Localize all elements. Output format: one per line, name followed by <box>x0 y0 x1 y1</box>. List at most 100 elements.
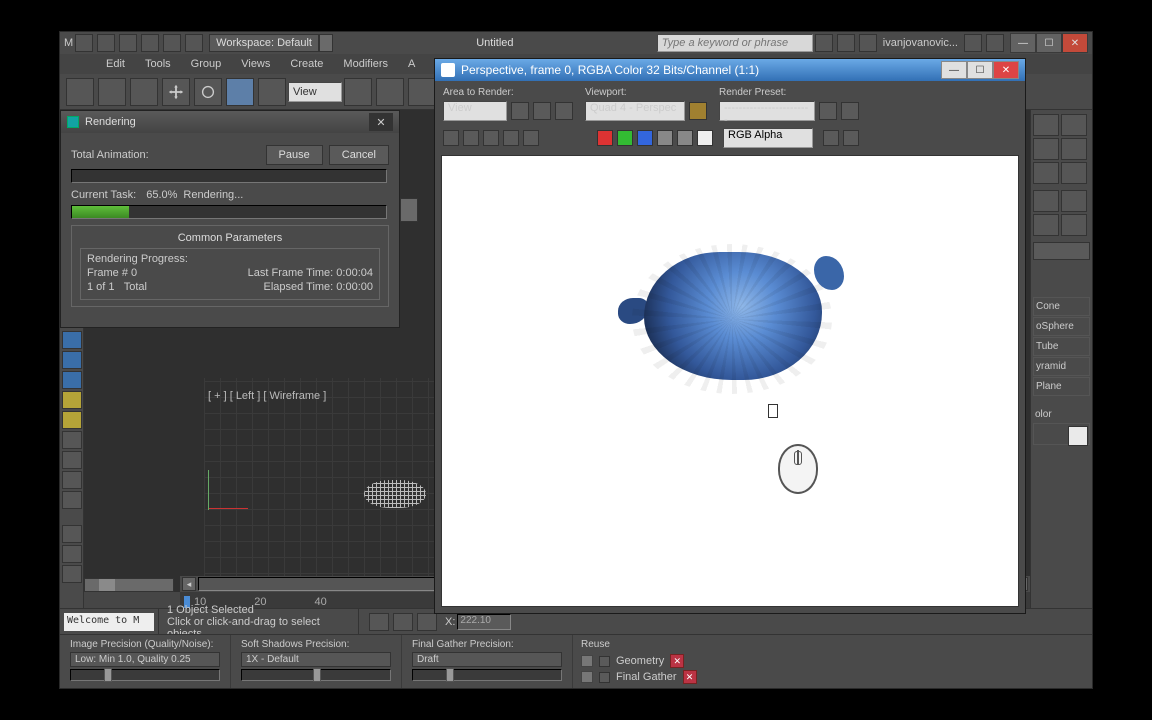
rotate-icon[interactable] <box>194 78 222 106</box>
select-window-icon[interactable] <box>130 78 158 106</box>
pause-button[interactable]: Pause <box>266 145 323 165</box>
red-channel-toggle[interactable] <box>597 130 613 146</box>
fg-slider[interactable] <box>412 669 562 681</box>
bg-toggle[interactable] <box>697 130 713 146</box>
mono-toggle[interactable] <box>677 130 693 146</box>
lt-6[interactable] <box>62 545 82 563</box>
snap-icon[interactable] <box>408 78 436 106</box>
scale-icon[interactable] <box>226 78 254 106</box>
tab-modify-icon[interactable] <box>1061 114 1087 136</box>
open-icon[interactable] <box>97 34 115 52</box>
btn-geosphere[interactable]: oSphere <box>1033 317 1090 336</box>
color-swatch[interactable] <box>1068 426 1088 446</box>
alpha-toggle[interactable] <box>657 130 673 146</box>
close-button[interactable]: ✕ <box>1062 33 1088 53</box>
menu-edit[interactable]: Edit <box>106 58 125 70</box>
user-label[interactable]: ivanjovanovic... <box>883 37 958 49</box>
btn-tube[interactable]: Tube <box>1033 337 1090 356</box>
image-precision-slider[interactable] <box>70 669 220 681</box>
menu-anim[interactable]: A <box>408 58 415 70</box>
lock-geom-icon[interactable] <box>581 655 593 667</box>
redo-icon[interactable] <box>163 34 181 52</box>
new-icon[interactable] <box>75 34 93 52</box>
menu-modifiers[interactable]: Modifiers <box>343 58 388 70</box>
minimize-button[interactable]: — <box>1010 33 1036 53</box>
lt-1[interactable] <box>62 431 82 449</box>
infocenter-icon[interactable] <box>815 34 833 52</box>
workspace-dropdown[interactable]: Workspace: Default <box>209 34 319 52</box>
tab-create-icon[interactable] <box>1033 114 1059 136</box>
vfb-minimize-button[interactable]: — <box>941 61 967 79</box>
cancel-button[interactable]: Cancel <box>329 145 389 165</box>
maximize-button[interactable]: ☐ <box>1036 33 1062 53</box>
overlay-toggle-icon[interactable] <box>823 130 839 146</box>
category-dropdown[interactable] <box>1033 242 1090 260</box>
prev-frame-icon[interactable]: ◂ <box>182 577 196 591</box>
btn-pyramid[interactable]: yramid <box>1033 357 1090 376</box>
subcat-4-icon[interactable] <box>1061 214 1087 236</box>
app-logo[interactable]: M <box>64 37 73 49</box>
refcoord-dropdown[interactable]: View <box>288 82 342 102</box>
area-dropdown[interactable]: View <box>443 101 507 121</box>
link-icon[interactable] <box>185 34 203 52</box>
menu-create[interactable]: Create <box>290 58 323 70</box>
copy-image-icon[interactable] <box>463 130 479 146</box>
preset-dropdown[interactable]: ------------------------ <box>719 101 815 121</box>
undo-icon[interactable] <box>141 34 159 52</box>
tab-utilities-icon[interactable] <box>1061 162 1087 184</box>
tab-motion-icon[interactable] <box>1061 138 1087 160</box>
pivot-icon[interactable] <box>344 78 372 106</box>
coord-x-field[interactable]: 222.10 <box>457 614 511 630</box>
geom-delete-button[interactable]: ✕ <box>670 654 684 668</box>
display-icon[interactable] <box>62 351 82 369</box>
shadows-slider[interactable] <box>241 669 391 681</box>
clear-icon[interactable] <box>523 130 539 146</box>
tab-display-icon[interactable] <box>1033 162 1059 184</box>
workspace-chevron-icon[interactable] <box>319 34 333 52</box>
print-icon[interactable] <box>503 130 519 146</box>
schematic-icon[interactable] <box>62 411 82 429</box>
lt-4[interactable] <box>62 491 82 509</box>
viewport-label[interactable]: [ + ] [ Left ] [ Wireframe ] <box>208 390 326 402</box>
lt-3[interactable] <box>62 471 82 489</box>
render-setup-icon[interactable] <box>819 102 837 120</box>
maxscript-listener[interactable]: Welcome to M <box>64 613 154 631</box>
env-icon[interactable] <box>841 102 859 120</box>
search-input[interactable] <box>657 34 813 52</box>
auto-region-icon[interactable] <box>533 102 551 120</box>
menu-group[interactable]: Group <box>191 58 222 70</box>
save-icon[interactable] <box>119 34 137 52</box>
move-icon[interactable] <box>162 78 190 106</box>
refcoord-icon[interactable] <box>258 78 286 106</box>
wireframe-object[interactable] <box>364 480 426 508</box>
menu-views[interactable]: Views <box>241 58 270 70</box>
lock-sel-icon[interactable] <box>369 613 389 631</box>
viewport-scrollbar[interactable] <box>84 578 174 592</box>
select-filter-icon[interactable] <box>66 78 94 106</box>
vfb-maximize-button[interactable]: ☐ <box>967 61 993 79</box>
exchange-icon[interactable] <box>964 34 982 52</box>
signin-icon[interactable] <box>859 34 877 52</box>
subcat-2-icon[interactable] <box>1061 190 1087 212</box>
select-region-icon[interactable] <box>98 78 126 106</box>
edit-region-icon[interactable] <box>511 102 529 120</box>
viewport-lock-icon[interactable] <box>689 102 707 120</box>
vfb-close-button[interactable]: ✕ <box>993 61 1019 79</box>
lt-7[interactable] <box>62 565 82 583</box>
layer-icon[interactable] <box>62 331 82 349</box>
save-image-icon[interactable] <box>443 130 459 146</box>
btn-plane[interactable]: Plane <box>1033 377 1090 396</box>
cp-header[interactable]: Common Parameters <box>80 232 380 244</box>
help-icon[interactable] <box>986 34 1004 52</box>
render-output[interactable] <box>441 155 1019 607</box>
dialog-close-button[interactable]: ✕ <box>369 113 393 131</box>
lock-fg-icon[interactable] <box>581 671 593 683</box>
fg-delete-button[interactable]: ✕ <box>683 670 697 684</box>
cycle-region-icon[interactable] <box>555 102 573 120</box>
sel-lock-icon[interactable] <box>417 613 437 631</box>
scene-explorer-flyout-icon[interactable] <box>400 198 418 222</box>
tab-hierarchy-icon[interactable] <box>1033 138 1059 160</box>
chk-geometry[interactable] <box>599 656 610 667</box>
lt-5[interactable] <box>62 525 82 543</box>
menu-tools[interactable]: Tools <box>145 58 171 70</box>
